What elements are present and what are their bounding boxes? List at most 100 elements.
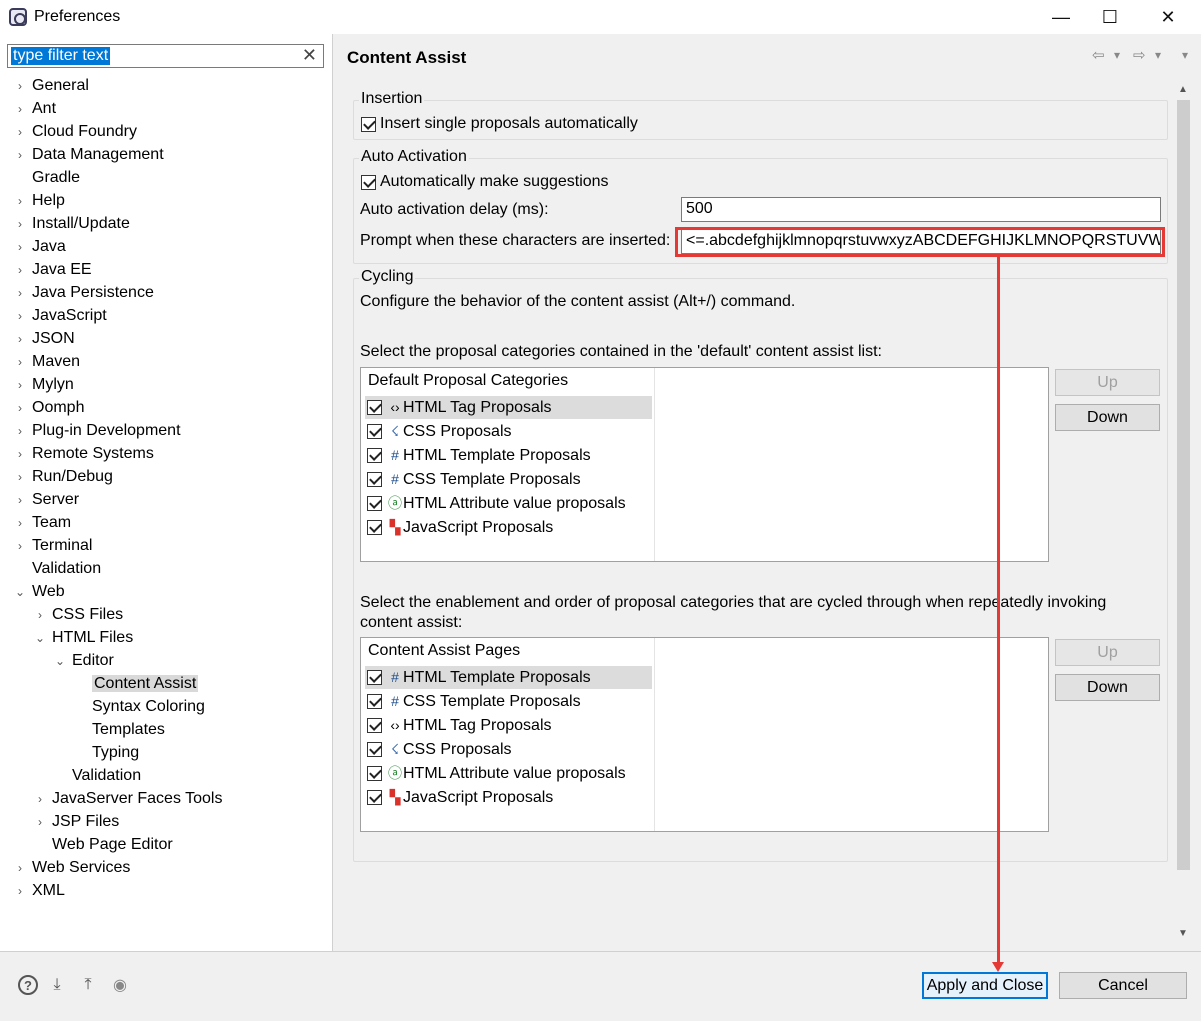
list-item[interactable]: # HTML Template Proposals bbox=[365, 444, 652, 467]
forward-arrow-icon[interactable]: ⇨ bbox=[1133, 46, 1146, 64]
tree-item[interactable]: Mylyn bbox=[32, 373, 74, 396]
cycle-down-button[interactable]: Down bbox=[1055, 674, 1160, 701]
proposal-checkbox[interactable] bbox=[367, 742, 382, 757]
expand-arrow-icon[interactable]: › bbox=[14, 377, 26, 393]
import-icon[interactable]: ⤓ bbox=[47, 975, 67, 995]
proposal-checkbox[interactable] bbox=[367, 670, 382, 685]
expand-arrow-icon[interactable]: › bbox=[14, 469, 26, 485]
tree-item[interactable]: Server bbox=[32, 488, 79, 511]
expand-arrow-icon[interactable]: › bbox=[14, 308, 26, 324]
auto-suggest-checkbox[interactable] bbox=[361, 175, 376, 190]
back-arrow-icon[interactable]: ⇦ bbox=[1092, 46, 1105, 64]
help-icon[interactable]: ? bbox=[18, 975, 38, 995]
list-item[interactable]: ‹› HTML Tag Proposals bbox=[365, 714, 652, 737]
tree-item[interactable]: Java Persistence bbox=[32, 281, 154, 304]
expand-arrow-icon[interactable]: › bbox=[14, 285, 26, 301]
list-item[interactable]: # CSS Template Proposals bbox=[365, 468, 652, 491]
close-button[interactable]: ✕ bbox=[1145, 0, 1191, 34]
tree-item[interactable]: JavaScript bbox=[32, 304, 107, 327]
list-item[interactable]: # CSS Template Proposals bbox=[365, 690, 652, 713]
tree-item[interactable]: HTML Files bbox=[52, 626, 133, 649]
proposal-checkbox[interactable] bbox=[367, 400, 382, 415]
list-item[interactable]: ⓐ HTML Attribute value proposals bbox=[365, 492, 652, 515]
collapse-arrow-icon[interactable]: ⌄ bbox=[14, 584, 26, 600]
tree-item[interactable]: Help bbox=[32, 189, 65, 212]
tree-item[interactable]: Gradle bbox=[32, 166, 80, 189]
tree-item[interactable]: Remote Systems bbox=[32, 442, 154, 465]
export-icon[interactable]: ⤒ bbox=[78, 975, 98, 995]
proposal-checkbox[interactable] bbox=[367, 496, 382, 511]
expand-arrow-icon[interactable]: › bbox=[14, 262, 26, 278]
cancel-button[interactable]: Cancel bbox=[1059, 972, 1187, 999]
tree-item[interactable]: Run/Debug bbox=[32, 465, 113, 488]
proposal-checkbox[interactable] bbox=[367, 766, 382, 781]
proposal-checkbox[interactable] bbox=[367, 694, 382, 709]
tree-item[interactable]: Editor bbox=[72, 649, 114, 672]
tree-item[interactable]: Web Services bbox=[32, 856, 130, 879]
tree-item[interactable]: Cloud Foundry bbox=[32, 120, 137, 143]
tree-item[interactable]: Web bbox=[32, 580, 65, 603]
scrollbar-thumb[interactable] bbox=[1177, 100, 1190, 870]
list-item[interactable]: ‹› HTML Tag Proposals bbox=[365, 396, 652, 419]
tree-item[interactable]: Ant bbox=[32, 97, 56, 120]
expand-arrow-icon[interactable]: › bbox=[14, 193, 26, 209]
expand-arrow-icon[interactable]: › bbox=[34, 814, 46, 830]
tree-item[interactable]: Validation bbox=[72, 764, 141, 787]
default-up-button[interactable]: Up bbox=[1055, 369, 1160, 396]
expand-arrow-icon[interactable]: › bbox=[34, 607, 46, 623]
tree-item[interactable]: Install/Update bbox=[32, 212, 130, 235]
default-categories-table[interactable]: Default Proposal Categories ‹› HTML Tag P… bbox=[360, 367, 1049, 562]
expand-arrow-icon[interactable]: › bbox=[14, 860, 26, 876]
tree-item[interactable]: Maven bbox=[32, 350, 80, 373]
back-menu-icon[interactable]: ▾ bbox=[1114, 48, 1120, 62]
content-assist-pages-table[interactable]: Content Assist Pages # HTML Template Prop… bbox=[360, 637, 1049, 832]
tree-item[interactable]: JSP Files bbox=[52, 810, 119, 833]
scroll-up-arrow-icon[interactable]: ▲ bbox=[1178, 84, 1188, 95]
expand-arrow-icon[interactable]: › bbox=[14, 147, 26, 163]
collapse-arrow-icon[interactable]: ⌄ bbox=[54, 653, 66, 669]
default-down-button[interactable]: Down bbox=[1055, 404, 1160, 431]
expand-arrow-icon[interactable]: › bbox=[14, 78, 26, 94]
minimize-button[interactable]: — bbox=[1038, 0, 1084, 34]
proposal-checkbox[interactable] bbox=[367, 424, 382, 439]
expand-arrow-icon[interactable]: › bbox=[14, 354, 26, 370]
vertical-scrollbar[interactable]: ▲ ▼ bbox=[1175, 82, 1192, 944]
tree-item[interactable]: Typing bbox=[92, 741, 139, 764]
tree-item[interactable]: Team bbox=[32, 511, 71, 534]
expand-arrow-icon[interactable]: › bbox=[14, 331, 26, 347]
tree-item[interactable]: Content Assist bbox=[92, 672, 199, 695]
proposal-checkbox[interactable] bbox=[367, 520, 382, 535]
expand-arrow-icon[interactable]: › bbox=[14, 101, 26, 117]
tree-item[interactable]: Plug-in Development bbox=[32, 419, 181, 442]
oomph-record-icon[interactable]: ◉ bbox=[110, 975, 130, 995]
insert-single-checkbox[interactable] bbox=[361, 117, 376, 132]
filter-input[interactable]: type filter text ✕ bbox=[7, 44, 324, 68]
list-item[interactable]: ⓐ HTML Attribute value proposals bbox=[365, 762, 652, 785]
tree-item[interactable]: Syntax Coloring bbox=[92, 695, 205, 718]
expand-arrow-icon[interactable]: › bbox=[14, 515, 26, 531]
tree-item[interactable]: Templates bbox=[92, 718, 165, 741]
expand-arrow-icon[interactable]: › bbox=[14, 239, 26, 255]
list-item[interactable]: # HTML Template Proposals bbox=[365, 666, 652, 689]
proposal-checkbox[interactable] bbox=[367, 718, 382, 733]
cycle-up-button[interactable]: Up bbox=[1055, 639, 1160, 666]
tree-item[interactable]: CSS Files bbox=[52, 603, 123, 626]
expand-arrow-icon[interactable]: › bbox=[14, 124, 26, 140]
tree-item[interactable]: JSON bbox=[32, 327, 75, 350]
collapse-arrow-icon[interactable]: ⌄ bbox=[34, 630, 46, 646]
view-menu-icon[interactable]: ▾ bbox=[1182, 48, 1188, 62]
list-item[interactable]: ▚ JavaScript Proposals bbox=[365, 786, 652, 809]
tree-item[interactable]: XML bbox=[32, 879, 65, 902]
expand-arrow-icon[interactable]: › bbox=[14, 216, 26, 232]
expand-arrow-icon[interactable]: › bbox=[14, 883, 26, 899]
expand-arrow-icon[interactable]: › bbox=[14, 446, 26, 462]
expand-arrow-icon[interactable]: › bbox=[14, 538, 26, 554]
list-item[interactable]: ▚ JavaScript Proposals bbox=[365, 516, 652, 539]
tree-item[interactable]: Java EE bbox=[32, 258, 92, 281]
list-item[interactable]: ☇ CSS Proposals bbox=[365, 420, 652, 443]
tree-item[interactable]: Validation bbox=[32, 557, 101, 580]
tree-item[interactable]: Terminal bbox=[32, 534, 92, 557]
proposal-checkbox[interactable] bbox=[367, 472, 382, 487]
forward-menu-icon[interactable]: ▾ bbox=[1155, 48, 1161, 62]
tree-item[interactable]: Web Page Editor bbox=[52, 833, 173, 856]
